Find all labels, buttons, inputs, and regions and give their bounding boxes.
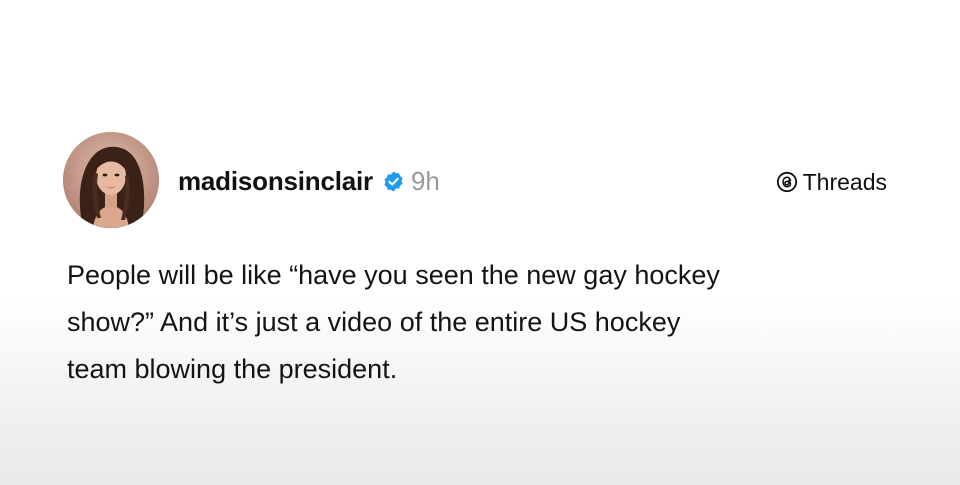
avatar[interactable] [63, 132, 159, 228]
post-timestamp: 9h [410, 165, 440, 196]
threads-label: Threads [802, 168, 887, 195]
username[interactable]: madisonsinclair [178, 166, 373, 197]
threads-logo-icon [776, 171, 798, 193]
post-text-line: team blowing the president. [67, 354, 398, 384]
post-text-line: show?” And it’s just a video of the enti… [67, 307, 681, 337]
post-body-text: People will be like “have you seen the n… [67, 252, 897, 393]
post-text-line: People will be like “have you seen the n… [67, 260, 720, 290]
verified-badge-icon [382, 170, 405, 193]
post-header: madisonsinclair 9h [178, 161, 440, 201]
threads-brand: Threads [776, 167, 887, 197]
threads-post-card: madisonsinclair 9h Threads People will b… [0, 0, 960, 485]
